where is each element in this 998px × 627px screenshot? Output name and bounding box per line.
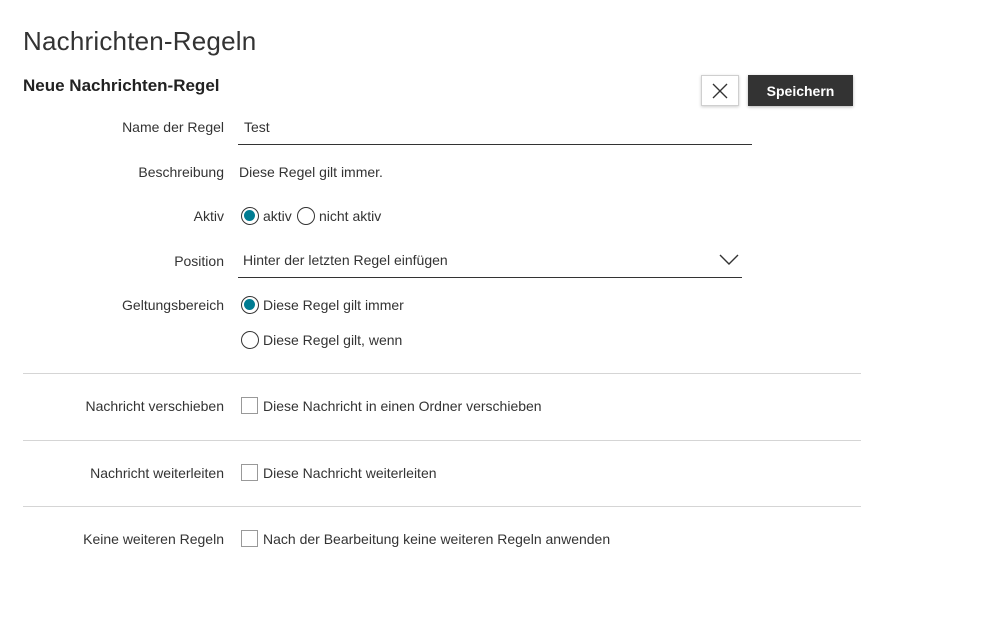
chevron-down-icon — [719, 254, 739, 265]
position-label: Position — [174, 253, 224, 269]
move-message-checkbox-row[interactable]: Diese Nachricht in einen Ordner verschie… — [241, 397, 542, 414]
name-label: Name der Regel — [122, 119, 224, 135]
divider — [23, 440, 861, 441]
radio-scope-when-indicator[interactable] — [241, 331, 259, 349]
radio-scope-when[interactable]: Diese Regel gilt, wenn — [241, 331, 402, 349]
radio-active-label: aktiv — [263, 208, 292, 224]
forward-message-checkbox[interactable] — [241, 464, 258, 481]
close-button[interactable] — [701, 75, 739, 106]
position-select-value: Hinter der letzten Regel einfügen — [243, 252, 448, 268]
radio-scope-always[interactable]: Diese Regel gilt immer — [241, 296, 404, 314]
active-label: Aktiv — [193, 208, 224, 224]
no-further-rules-label: Keine weiteren Regeln — [83, 531, 224, 547]
move-message-label: Nachricht verschieben — [85, 398, 224, 414]
forward-message-label: Nachricht weiterleiten — [90, 465, 224, 481]
no-further-rules-checkbox[interactable] — [241, 530, 258, 547]
radio-inactive-label: nicht aktiv — [319, 208, 382, 224]
no-further-rules-checkbox-row[interactable]: Nach der Bearbeitung keine weiteren Rege… — [241, 530, 610, 547]
radio-active[interactable]: aktiv — [241, 207, 292, 225]
description-label: Beschreibung — [138, 164, 224, 180]
position-select[interactable]: Hinter der letzten Regel einfügen — [238, 247, 742, 278]
name-input[interactable]: Test — [238, 114, 752, 145]
divider — [23, 506, 861, 507]
radio-scope-when-label: Diese Regel gilt, wenn — [263, 332, 403, 348]
name-input-value: Test — [244, 119, 270, 135]
radio-inactive[interactable]: nicht aktiv — [297, 207, 381, 225]
scope-label: Geltungsbereich — [122, 297, 224, 313]
save-button[interactable]: Speichern — [748, 75, 853, 106]
move-message-checkbox[interactable] — [241, 397, 258, 414]
page-title: Nachrichten-Regeln — [23, 26, 257, 56]
forward-message-checkbox-row[interactable]: Diese Nachricht weiterleiten — [241, 464, 437, 481]
section-title: Neue Nachrichten-Regel — [23, 76, 220, 95]
move-message-checkbox-label: Diese Nachricht in einen Ordner verschie… — [263, 397, 542, 414]
no-further-rules-checkbox-label: Nach der Bearbeitung keine weiteren Rege… — [263, 530, 611, 547]
radio-inactive-indicator[interactable] — [297, 207, 315, 225]
description-value: Diese Regel gilt immer. — [239, 164, 383, 180]
forward-message-checkbox-label: Diese Nachricht weiterleiten — [263, 464, 437, 481]
divider — [23, 373, 861, 374]
radio-active-indicator[interactable] — [241, 207, 259, 225]
radio-scope-always-label: Diese Regel gilt immer — [263, 297, 404, 313]
radio-scope-always-indicator[interactable] — [241, 296, 259, 314]
close-icon — [712, 83, 728, 98]
